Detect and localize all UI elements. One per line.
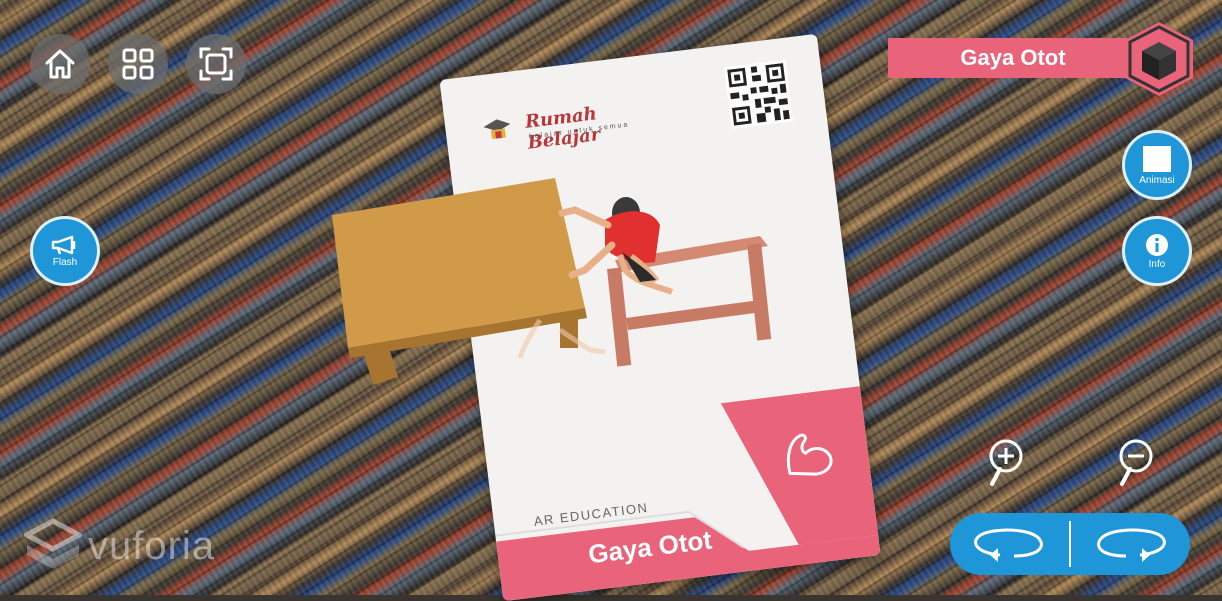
rotate-right-button[interactable] xyxy=(1070,513,1190,575)
info-label: Info xyxy=(1148,258,1166,270)
zoom-out-icon[interactable] xyxy=(1114,438,1160,488)
grid-icon xyxy=(122,48,154,80)
info-button[interactable]: Info xyxy=(1122,216,1192,286)
ar-3d-model xyxy=(332,178,772,385)
rotate-left-button[interactable] xyxy=(950,513,1070,575)
info-icon xyxy=(1146,233,1168,256)
table-model xyxy=(332,178,587,385)
model-title: Gaya Otot xyxy=(888,38,1138,78)
vuforia-watermark: vuforia xyxy=(24,516,215,576)
rotate-right-icon xyxy=(1097,528,1166,562)
animasi-label: Animasi xyxy=(1139,174,1175,186)
megaphone-icon xyxy=(51,235,76,254)
flash-label: Flash xyxy=(52,256,78,268)
vuforia-text: vuforia xyxy=(88,523,216,568)
home-button[interactable] xyxy=(30,34,90,94)
vuforia-logo-icon xyxy=(24,518,82,569)
square-icon xyxy=(1143,145,1171,172)
menu-button[interactable] xyxy=(108,34,168,94)
rotate-left-icon xyxy=(974,528,1043,562)
flash-button[interactable]: Flash xyxy=(30,216,100,286)
fullscreen-button[interactable] xyxy=(186,34,246,94)
home-icon xyxy=(45,49,75,79)
rotate-controls xyxy=(950,513,1190,575)
cube-icon[interactable] xyxy=(1122,20,1196,98)
animasi-button[interactable]: Animasi xyxy=(1122,130,1192,200)
zoom-in-icon[interactable] xyxy=(984,438,1030,488)
frame-icon xyxy=(199,47,233,81)
